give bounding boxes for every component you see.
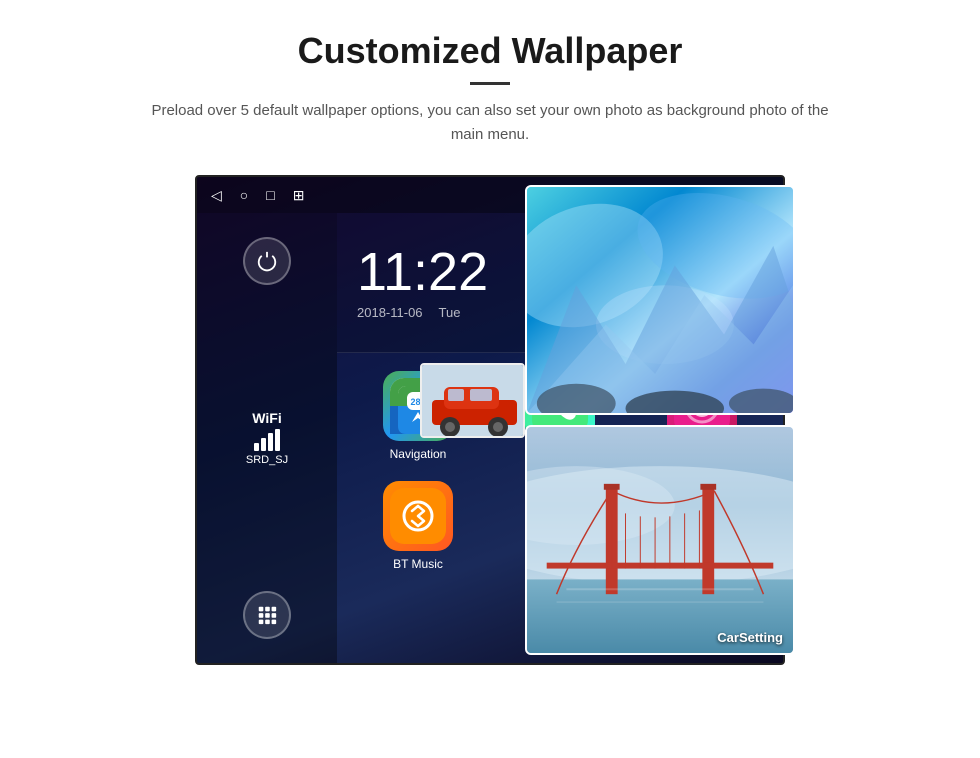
title-divider [470,82,510,85]
page-header: Customized Wallpaper Preload over 5 defa… [0,0,980,165]
wallpaper-bridge[interactable]: CarSetting [525,425,795,655]
day-value: Tue [439,305,461,320]
back-icon[interactable]: ◁ [211,187,222,204]
wifi-label: WiFi [246,410,288,426]
page-subtitle: Preload over 5 default wallpaper options… [150,99,830,147]
screenshot-icon[interactable]: ⊞ [293,187,305,204]
content-wrapper: ◁ ○ □ ⊞ ♦ ▲ 11:22 [195,175,785,665]
apps-button[interactable] [243,591,291,639]
page-title: Customized Wallpaper [80,30,900,72]
left-sidebar: WiFi SRD_SJ [197,213,337,663]
recent-icon[interactable]: □ [266,187,274,203]
app-item-bt-music[interactable]: BT Music [347,471,489,581]
wifi-bar-4 [275,429,280,451]
wifi-bar-3 [268,433,273,451]
page-wrapper: Customized Wallpaper Preload over 5 defa… [0,0,980,665]
wifi-bars [246,429,288,451]
home-icon[interactable]: ○ [240,187,248,203]
main-content: ◁ ○ □ ⊞ ♦ ▲ 11:22 [0,165,980,665]
date-value: 2018-11-06 [357,305,423,320]
wallpaper-car-small [420,363,525,438]
wifi-widget: WiFi SRD_SJ [246,410,288,466]
nav-icons: ◁ ○ □ ⊞ [211,187,304,204]
app-label-navigation: Navigation [390,447,447,461]
wallpaper-ice[interactable] [525,185,795,415]
wallpaper-stack: CarSetting [485,165,795,685]
power-button[interactable] [243,237,291,285]
wifi-bar-2 [261,438,266,451]
bt-music-icon [383,481,453,551]
app-label-bt-music: BT Music [393,557,443,571]
carsetting-label: CarSetting [717,630,783,645]
wifi-ssid: SRD_SJ [246,454,288,466]
wifi-bar-1 [254,443,259,451]
